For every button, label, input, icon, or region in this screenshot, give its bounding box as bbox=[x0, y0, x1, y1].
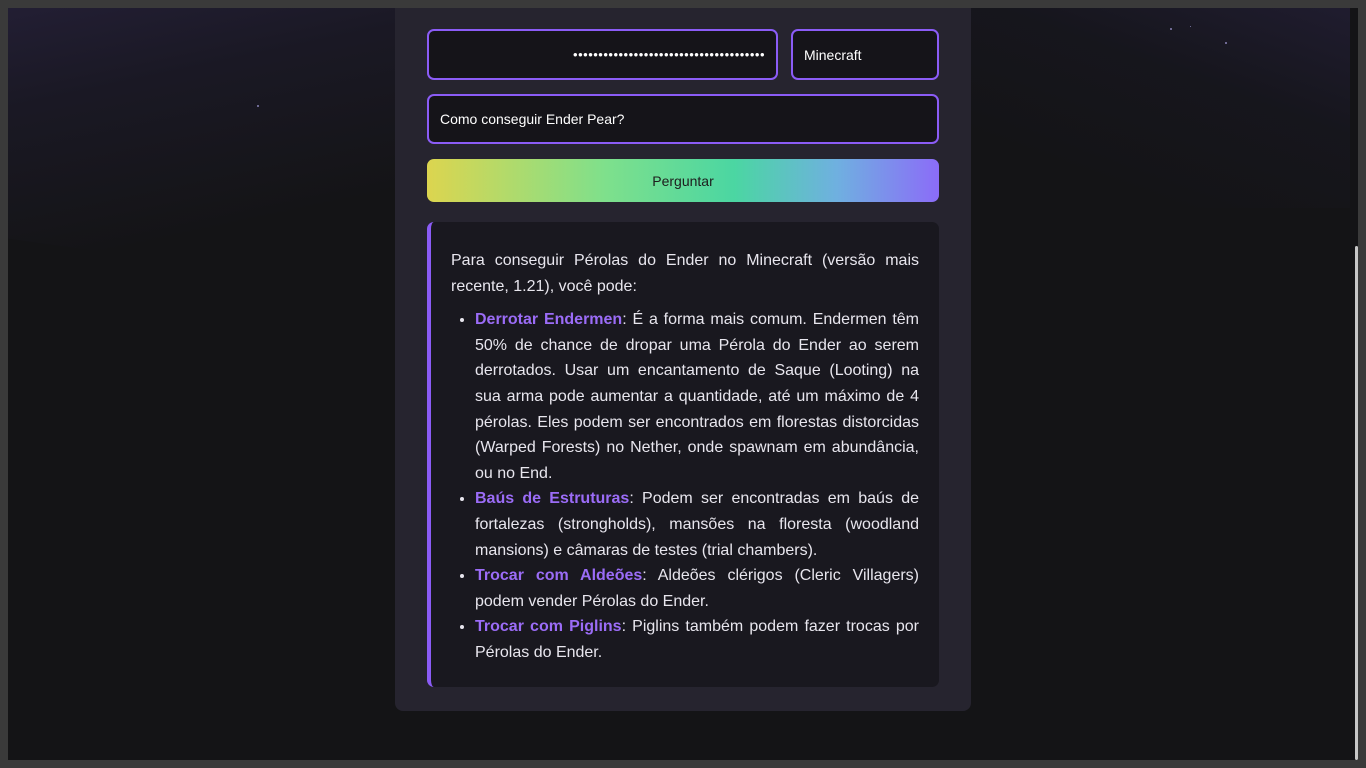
list-item-title: Derrotar Endermen bbox=[475, 311, 623, 329]
answer-list: Derrotar Endermen: É a forma mais comum.… bbox=[451, 307, 919, 665]
star-decoration bbox=[1225, 42, 1227, 44]
ask-button[interactable]: Perguntar bbox=[427, 159, 939, 202]
scrollbar-thumb[interactable] bbox=[1355, 246, 1358, 760]
list-item: Trocar com Aldeões: Aldeões clérigos (Cl… bbox=[475, 563, 919, 614]
api-key-input[interactable]: •••••••••••••••••••••••••••••••••••••• bbox=[427, 29, 778, 80]
answer-intro: Para conseguir Pérolas do Ender no Minec… bbox=[451, 252, 919, 295]
list-item: Derrotar Endermen: É a forma mais comum.… bbox=[475, 307, 919, 486]
scrollbar-track[interactable] bbox=[1350, 8, 1358, 760]
api-key-value: •••••••••••••••••••••••••••••••••••••• bbox=[573, 47, 765, 62]
game-input[interactable]: Minecraft bbox=[791, 29, 939, 80]
list-item: Baús de Estruturas: Podem ser encontrada… bbox=[475, 486, 919, 563]
list-item-title: Baús de Estruturas bbox=[475, 490, 630, 508]
chat-card: •••••••••••••••••••••••••••••••••••••• M… bbox=[395, 8, 971, 711]
list-item-text: : É a forma mais comum. Endermen têm 50%… bbox=[475, 311, 920, 482]
answer-panel: Para conseguir Pérolas do Ender no Minec… bbox=[427, 222, 939, 687]
list-item: Trocar com Piglins: Piglins também podem… bbox=[475, 614, 919, 665]
game-value: Minecraft bbox=[804, 46, 862, 63]
list-item-title: Trocar com Piglins bbox=[475, 618, 622, 636]
star-decoration bbox=[257, 105, 259, 107]
page-viewport: •••••••••••••••••••••••••••••••••••••• M… bbox=[8, 8, 1358, 760]
star-decoration bbox=[1170, 28, 1172, 30]
background-glow-right bbox=[938, 8, 1358, 208]
star-decoration bbox=[1190, 26, 1191, 27]
ask-button-label: Perguntar bbox=[652, 172, 714, 189]
question-value: Como conseguir Ender Pear? bbox=[440, 111, 625, 127]
list-item-title: Trocar com Aldeões bbox=[475, 567, 643, 585]
question-input[interactable]: Como conseguir Ender Pear? bbox=[427, 94, 939, 144]
